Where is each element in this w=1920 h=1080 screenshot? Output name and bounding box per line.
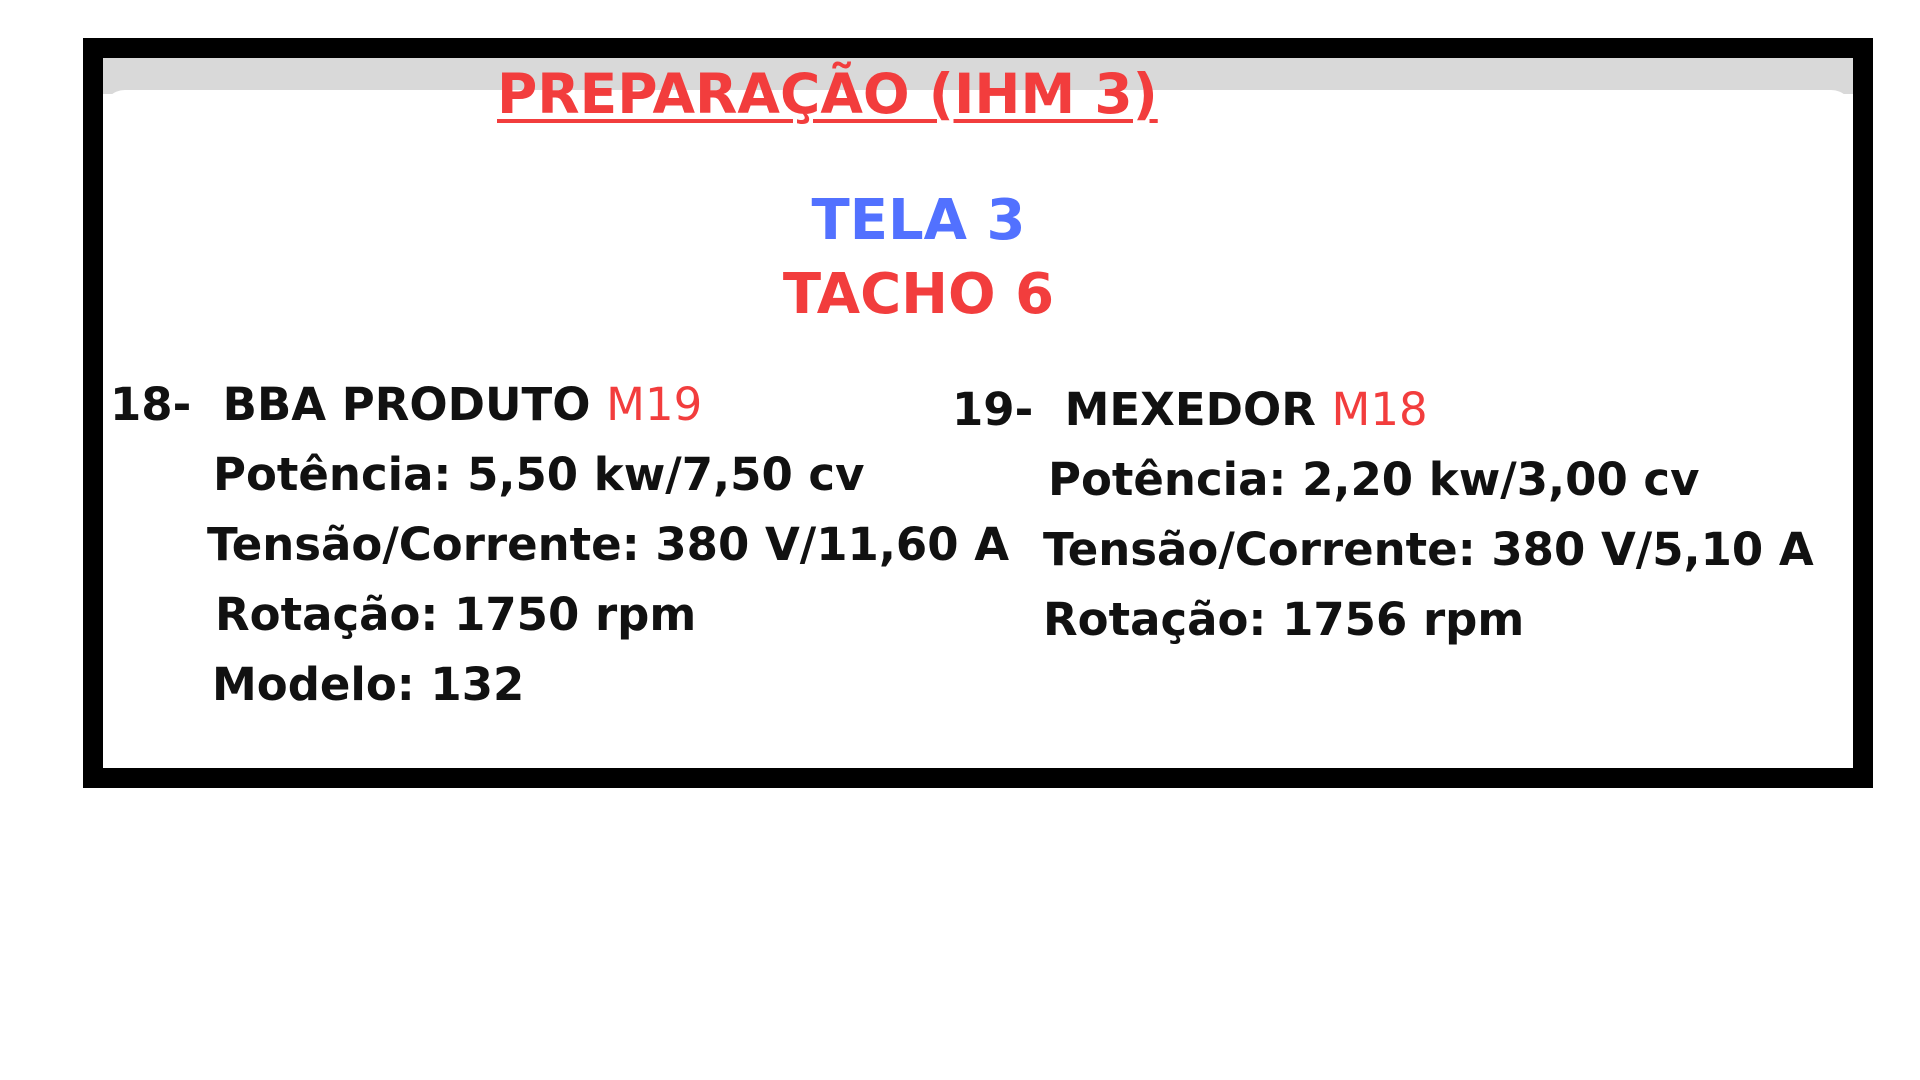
equipment-name: MEXEDOR (1064, 383, 1316, 436)
equipment-rotation-19: Rotação: 1756 rpm (1043, 593, 1525, 646)
tank-label: TACHO 6 (782, 262, 1055, 327)
equipment-power-19: Potência: 2,20 kw/3,00 cv (1048, 453, 1700, 506)
equipment-heading-18: 18- BBA PRODUTO M19 (110, 378, 702, 431)
equipment-name: BBA PRODUTO (222, 378, 591, 431)
equipment-voltage-current-19: Tensão/Corrente: 380 V/5,10 A (1043, 523, 1814, 576)
equipment-number: 19- (952, 383, 1034, 436)
equipment-heading-19: 19- MEXEDOR M18 (952, 383, 1428, 436)
page-title: PREPARAÇÃO (IHM 3) (497, 62, 1158, 126)
screen-label: TELA 3 (811, 188, 1026, 253)
equipment-model-18: Modelo: 132 (212, 658, 525, 711)
equipment-number: 18- (110, 378, 192, 431)
equipment-power-18: Potência: 5,50 kw/7,50 cv (213, 448, 865, 501)
equipment-tag: M19 (606, 378, 703, 431)
equipment-voltage-current-18: Tensão/Corrente: 380 V/11,60 A (207, 518, 1010, 571)
equipment-rotation-18: Rotação: 1750 rpm (215, 588, 697, 641)
equipment-tag: M18 (1331, 383, 1428, 436)
